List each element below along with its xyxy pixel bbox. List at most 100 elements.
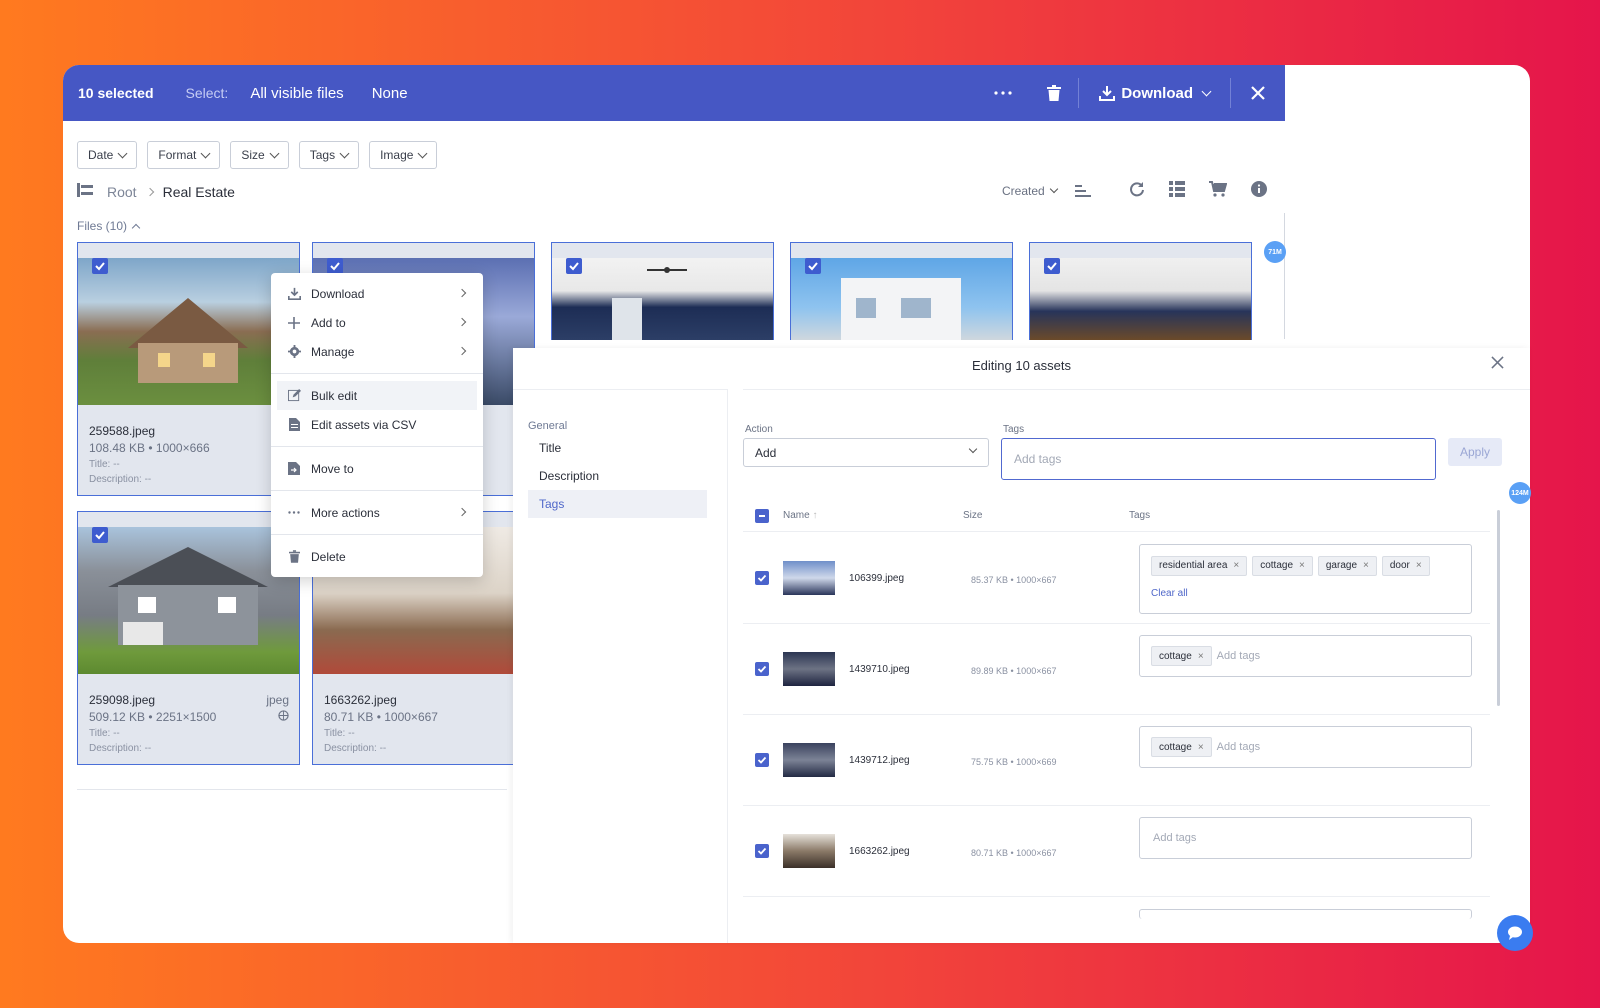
menu-item-delete[interactable]: Delete bbox=[271, 542, 483, 571]
menu-item-move-to[interactable]: Move to bbox=[271, 454, 483, 483]
column-size[interactable]: Size bbox=[963, 510, 982, 521]
menu-item-manage[interactable]: Manage bbox=[271, 337, 483, 366]
menu-item-download[interactable]: Download bbox=[271, 279, 483, 308]
apply-button[interactable]: Apply bbox=[1448, 438, 1502, 466]
download-label: Download bbox=[1121, 84, 1193, 102]
sort-dropdown[interactable]: Created bbox=[1002, 184, 1091, 198]
tag-chip: cottage × bbox=[1151, 646, 1212, 666]
filter-date[interactable]: Date bbox=[77, 141, 138, 169]
info-icon[interactable] bbox=[1250, 181, 1267, 200]
tags-input[interactable]: Add tags bbox=[1001, 438, 1436, 480]
select-all-checkbox[interactable] bbox=[755, 509, 769, 523]
asset-thumbnail bbox=[783, 834, 835, 868]
clear-all-link[interactable]: Clear all bbox=[1151, 588, 1460, 599]
tags-field[interactable] bbox=[1139, 909, 1472, 919]
more-options-icon[interactable] bbox=[978, 91, 1028, 95]
divider bbox=[271, 534, 483, 535]
asset-card[interactable]: 259098.jpeg jpeg 509.12 KB • 2251×1500 Ti… bbox=[77, 511, 300, 765]
sidebar-item-description[interactable]: Description bbox=[528, 462, 707, 490]
row-checkbox[interactable] bbox=[755, 571, 769, 585]
asset-size: 80.71 KB • 1000×667 bbox=[971, 848, 1057, 858]
remove-tag-icon[interactable]: × bbox=[1299, 560, 1305, 571]
row-checkbox[interactable] bbox=[755, 662, 769, 676]
files-count-header[interactable]: Files (10) bbox=[77, 219, 141, 233]
column-name[interactable]: Name ↑ bbox=[783, 510, 817, 521]
row-checkbox[interactable] bbox=[755, 753, 769, 767]
filter-format[interactable]: Format bbox=[147, 141, 221, 169]
card-checkbox[interactable] bbox=[566, 258, 582, 274]
filter-tags[interactable]: Tags bbox=[298, 141, 360, 169]
file-title: Title: -- bbox=[324, 728, 355, 739]
menu-item-more-actions[interactable]: More actions bbox=[271, 498, 483, 527]
asset-card[interactable]: 259588.jpegjp 108.48 KB • 1000×666 Title… bbox=[77, 242, 300, 496]
divider bbox=[271, 490, 483, 491]
divider bbox=[271, 446, 483, 447]
asset-card[interactable] bbox=[551, 242, 774, 340]
close-icon[interactable] bbox=[1231, 86, 1285, 100]
chevron-down-icon bbox=[200, 148, 211, 158]
card-checkbox[interactable] bbox=[805, 258, 821, 274]
asset-card[interactable] bbox=[1029, 242, 1252, 340]
list-view-icon[interactable] bbox=[1168, 181, 1185, 200]
tags-field[interactable]: cottage × Add tags bbox=[1139, 635, 1472, 677]
row-checkbox[interactable] bbox=[755, 844, 769, 858]
file-ext: jpeg bbox=[266, 693, 289, 707]
select-all-visible-button[interactable]: All visible files bbox=[250, 85, 343, 102]
tag-chip: garage × bbox=[1317, 555, 1377, 576]
chevron-down-icon bbox=[1201, 86, 1212, 96]
plus-icon bbox=[287, 316, 301, 330]
menu-item-add-to[interactable]: Add to bbox=[271, 308, 483, 337]
view-toolbar: Created bbox=[1002, 181, 1267, 200]
card-checkbox[interactable] bbox=[327, 258, 343, 274]
tags-field[interactable]: residential area × cottage × garage × door × Cl… bbox=[1139, 544, 1472, 614]
download-button[interactable]: Download bbox=[1079, 85, 1230, 102]
breadcrumb: Root Real Estate bbox=[77, 183, 235, 200]
card-checkbox[interactable] bbox=[1044, 258, 1060, 274]
menu-item-edit-csv[interactable]: Edit assets via CSV bbox=[271, 410, 483, 439]
remove-tag-icon[interactable]: × bbox=[1198, 651, 1204, 662]
table-row: 1663262.jpeg 80.71 KB • 1000×667 Add tag… bbox=[743, 806, 1490, 897]
filter-image[interactable]: Image bbox=[369, 141, 438, 169]
remove-tag-icon[interactable]: × bbox=[1363, 560, 1369, 571]
breadcrumb-root[interactable]: Root bbox=[107, 184, 137, 200]
more-icon bbox=[287, 506, 301, 520]
filter-bar: Date Format Size Tags Image bbox=[77, 141, 438, 169]
close-icon[interactable] bbox=[1491, 352, 1504, 375]
filter-size[interactable]: Size bbox=[230, 141, 289, 169]
sidebar-item-tags[interactable]: Tags bbox=[528, 490, 707, 518]
chevron-right-icon bbox=[145, 187, 154, 196]
trash-icon[interactable] bbox=[1030, 85, 1078, 101]
tags-placeholder: Add tags bbox=[1153, 832, 1197, 844]
chevron-down-icon bbox=[339, 148, 350, 158]
select-none-button[interactable]: None bbox=[372, 85, 408, 102]
storage-badge: 71M bbox=[1264, 241, 1286, 263]
cart-icon[interactable] bbox=[1208, 181, 1228, 200]
chat-icon[interactable] bbox=[1497, 915, 1533, 951]
table-row: 1439712.jpeg 75.75 KB • 1000×669 cottage… bbox=[743, 715, 1490, 806]
asset-card[interactable] bbox=[790, 242, 1013, 340]
download-icon bbox=[287, 287, 301, 301]
gear-icon bbox=[287, 345, 301, 359]
remove-tag-icon[interactable]: × bbox=[1233, 560, 1239, 571]
refresh-icon[interactable] bbox=[1129, 181, 1145, 200]
asset-thumbnail bbox=[783, 652, 835, 686]
remove-tag-icon[interactable]: × bbox=[1198, 742, 1204, 753]
remove-tag-icon[interactable]: × bbox=[1416, 560, 1422, 571]
action-select[interactable]: Add bbox=[743, 438, 989, 467]
asset-name: 106399.jpeg bbox=[849, 573, 905, 584]
tags-field[interactable]: cottage × Add tags bbox=[1139, 726, 1472, 768]
scrollbar[interactable] bbox=[1497, 510, 1500, 706]
tags-field[interactable]: Add tags bbox=[1139, 817, 1472, 859]
sidebar-item-title[interactable]: Title bbox=[528, 434, 707, 462]
selection-count: 10 selected bbox=[78, 85, 154, 101]
modern-house-photo bbox=[791, 258, 1012, 340]
card-checkbox[interactable] bbox=[92, 527, 108, 543]
asset-size: 89.89 KB • 1000×667 bbox=[971, 666, 1057, 676]
menu-item-bulk-edit[interactable]: Bulk edit bbox=[277, 381, 477, 410]
divider bbox=[271, 373, 483, 374]
panel-title: Editing 10 assets bbox=[971, 358, 1071, 373]
chevron-right-icon bbox=[457, 346, 467, 356]
table-header: Name ↑ Size Tags bbox=[743, 500, 1490, 532]
folder-tree-icon[interactable] bbox=[77, 183, 93, 200]
card-checkbox[interactable] bbox=[92, 258, 108, 274]
